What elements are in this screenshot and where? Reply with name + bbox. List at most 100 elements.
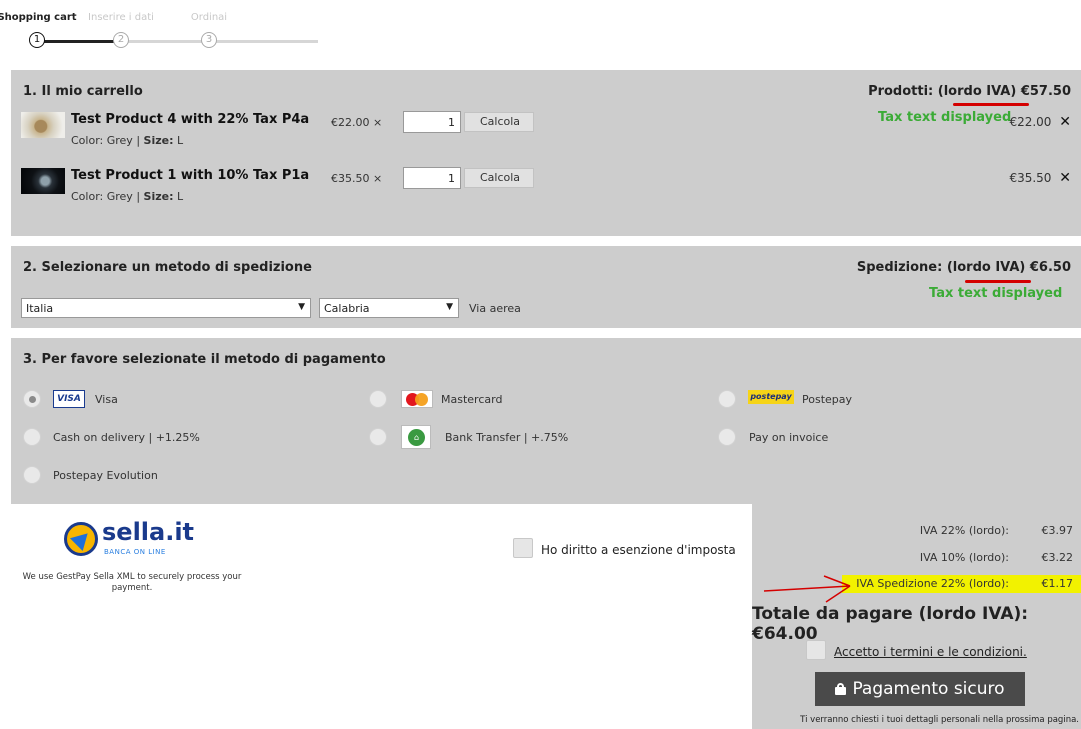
shipping-title: 2. Selezionare un metodo di spedizione (23, 260, 312, 275)
close-icon[interactable]: ✕ (1059, 114, 1071, 130)
step-shopping-cart[interactable]: Shopping cart 1 (0, 12, 82, 48)
region-select[interactable]: Calabria ▼ (319, 298, 459, 318)
color-label: Color: (71, 134, 104, 147)
product-name[interactable]: Test Product 4 with 22% Tax P4a (71, 112, 309, 127)
row-total-value: €22.00 (1009, 115, 1052, 129)
row-total: €35.50 ✕ (1009, 170, 1071, 186)
size-value: L (177, 190, 184, 203)
cart-title: 1. Il mio carrello (23, 84, 143, 99)
radio-button[interactable] (23, 390, 41, 408)
cart-row: Test Product 1 with 10% Tax P1a Color: G… (21, 166, 1071, 212)
red-underline-annotation (953, 103, 1029, 106)
summary-line: IVA 22% (lordo): €3.97 (752, 522, 1081, 540)
payment-option-postepay-evolution[interactable]: Postepay Evolution (23, 466, 273, 488)
attr-divider: | (136, 190, 144, 203)
step-number: 1 (29, 32, 45, 48)
calcola-button[interactable]: Calcola (464, 112, 534, 132)
step-number: 2 (113, 32, 129, 48)
radio-button[interactable] (718, 390, 736, 408)
product-name[interactable]: Test Product 1 with 10% Tax P1a (71, 168, 309, 183)
shipping-method: Via aerea (469, 302, 521, 315)
gestpay-note: We use GestPay Sella XML to securely pro… (22, 572, 242, 593)
radio-button[interactable] (23, 428, 41, 446)
size-value: L (177, 134, 184, 147)
payment-option-label: Postepay (802, 393, 853, 406)
order-total: Totale da pagare (lordo IVA): €64.00 (752, 604, 1029, 644)
payment-option-label: Bank Transfer | +.75% (445, 431, 569, 444)
visa-logo-icon: VISA (53, 390, 85, 408)
product-thumbnail[interactable] (21, 112, 65, 138)
summary-line-shipping-tax: IVA Spedizione 22% (lordo): €1.17 (842, 575, 1081, 593)
lock-icon (835, 683, 847, 695)
attr-divider: | (136, 134, 144, 147)
payment-option-label: Mastercard (441, 393, 503, 406)
radio-button[interactable] (718, 428, 736, 446)
payment-option-label: Visa (95, 393, 118, 406)
cart-panel: 1. Il mio carrello Prodotti: (lordo IVA)… (11, 70, 1081, 236)
radio-button[interactable] (369, 390, 387, 408)
close-icon[interactable]: ✕ (1059, 170, 1071, 186)
cart-row: Test Product 4 with 22% Tax P4a Color: G… (21, 110, 1071, 156)
country-value: Italia (26, 302, 54, 315)
red-underline-annotation (965, 280, 1031, 283)
summary-label: IVA Spedizione 22% (lordo): (856, 577, 1009, 590)
payment-option-visa[interactable]: VISA Visa (23, 390, 223, 412)
tax-text-annotation: Tax text displayed (929, 286, 1063, 301)
radio-button[interactable] (369, 428, 387, 446)
red-arrow-annotation (763, 575, 851, 603)
product-attributes: Color: Grey | Size: L (71, 134, 183, 147)
region-value: Calabria (324, 302, 370, 315)
mastercard-logo-icon (401, 390, 433, 408)
product-thumbnail[interactable] (21, 168, 65, 194)
tax-exemption-checkbox[interactable] (513, 538, 533, 558)
step-inserire-dati[interactable]: Inserire i dati 2 (76, 12, 166, 48)
summary-label: IVA 22% (lordo): (919, 524, 1009, 537)
shipping-subtotal: Spedizione: (lordo IVA) €6.50 (856, 260, 1071, 275)
secure-payment-label: Pagamento sicuro (852, 679, 1005, 699)
product-attributes: Color: Grey | Size: L (71, 190, 183, 203)
step-label: Inserire i dati (88, 12, 154, 23)
postepay-logo-icon: postepay (748, 390, 794, 404)
shipping-panel: 2. Selezionare un metodo di spedizione S… (11, 246, 1081, 328)
payment-option-postepay[interactable]: postepay Postepay (718, 390, 918, 412)
order-summary: IVA 22% (lordo): €3.97 IVA 10% (lordo): … (752, 504, 1081, 729)
quantity-input[interactable]: 1 (403, 111, 461, 133)
calcola-button[interactable]: Calcola (464, 168, 534, 188)
summary-line: IVA 10% (lordo): €3.22 (752, 549, 1081, 567)
quantity-input[interactable]: 1 (403, 167, 461, 189)
step-ordinai[interactable]: Ordinai 3 (164, 12, 254, 48)
summary-label: IVA 10% (lordo): (919, 551, 1009, 564)
step-label: Ordinai (190, 12, 228, 23)
sella-brand-sub: BANCA ON LINE (104, 548, 166, 556)
terms-checkbox[interactable] (806, 640, 826, 660)
color-value: Grey (106, 190, 133, 203)
row-total-value: €35.50 (1009, 171, 1052, 185)
tax-exemption-label[interactable]: Ho diritto a esenzione d'imposta (541, 543, 736, 557)
bank-logo-icon: ⌂ (401, 425, 431, 449)
radio-button[interactable] (23, 466, 41, 484)
personal-details-note: Ti verranno chiesti i tuoi dettagli pers… (800, 715, 1079, 725)
payment-option-cash-on-delivery[interactable]: Cash on delivery | +1.25% (23, 428, 273, 450)
sella-logo: sella.it BANCA ON LINE (64, 518, 194, 564)
summary-value: €1.17 (1041, 577, 1074, 590)
sella-circle-icon (64, 522, 98, 556)
summary-value: €3.97 (1041, 524, 1074, 537)
color-value: Grey (106, 134, 133, 147)
payment-panel: 3. Per favore selezionate il metodo di p… (11, 338, 1081, 504)
payment-option-mastercard[interactable]: Mastercard (369, 390, 569, 412)
payment-option-pay-on-invoice[interactable]: Pay on invoice (718, 428, 918, 450)
payment-option-label: Postepay Evolution (53, 469, 158, 482)
payment-title: 3. Per favore selezionate il metodo di p… (23, 352, 386, 367)
products-subtotal: Prodotti: (lordo IVA) €57.50 (868, 84, 1071, 99)
size-label: Size: (143, 134, 174, 147)
step-label: Shopping cart (0, 12, 77, 23)
terms-link[interactable]: Accetto i termini e le condizioni. (834, 645, 1027, 659)
country-select[interactable]: Italia ▼ (21, 298, 311, 318)
payment-option-label: Cash on delivery | +1.25% (53, 431, 200, 444)
chevron-down-icon: ▼ (446, 302, 453, 312)
unit-price: €22.00 × (331, 116, 383, 129)
payment-option-bank-transfer[interactable]: ⌂ Bank Transfer | +.75% (369, 425, 619, 450)
secure-payment-button[interactable]: Pagamento sicuro (815, 672, 1025, 706)
checkout-stepper: Shopping cart 1 Inserire i dati 2 Ordina… (0, 12, 320, 52)
row-total: €22.00 ✕ (1009, 114, 1071, 130)
